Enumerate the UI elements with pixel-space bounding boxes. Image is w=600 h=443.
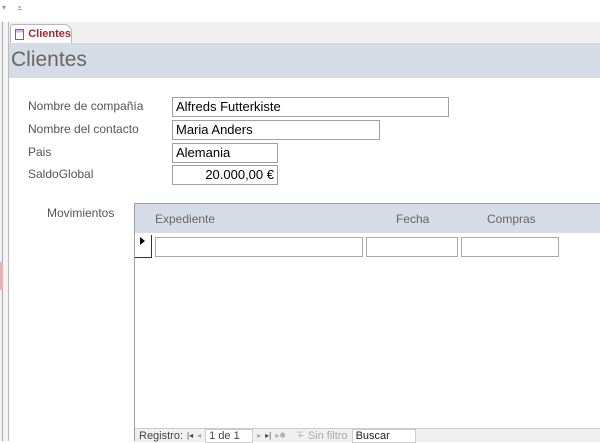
tab-clientes[interactable]: Clientes bbox=[10, 24, 72, 43]
document-tab-strip bbox=[9, 22, 600, 44]
fecha-cell[interactable] bbox=[366, 237, 458, 257]
compras-cell[interactable] bbox=[461, 237, 559, 257]
contact-name-field[interactable]: Maria Anders bbox=[172, 120, 380, 140]
pane-marker bbox=[0, 262, 3, 290]
column-header-fecha: Fecha bbox=[396, 212, 430, 226]
country-label: Pais bbox=[28, 145, 52, 159]
search-input[interactable]: Buscar bbox=[351, 428, 416, 443]
filter-icon: ⊤̶ bbox=[295, 430, 304, 440]
form-header bbox=[9, 43, 600, 78]
company-name-label: Nombre de compañía bbox=[28, 99, 144, 113]
record-navigation-bar: Registro: |◂ ◂ 1 de 1 ▸ ▸| ▸✱ ⊤̶ Sin fil… bbox=[135, 428, 600, 443]
balance-field[interactable]: 20.000,00 € bbox=[172, 165, 278, 185]
movements-label: Movimientos bbox=[47, 206, 115, 220]
divider bbox=[2, 22, 3, 441]
first-record-button[interactable]: |◂ bbox=[187, 431, 193, 440]
expediente-cell[interactable] bbox=[155, 237, 363, 257]
page-title: Clientes bbox=[11, 48, 87, 71]
next-record-button[interactable]: ▸ bbox=[257, 431, 261, 440]
form-icon bbox=[15, 28, 25, 40]
country-field[interactable]: Alemania bbox=[172, 143, 278, 163]
column-header-compras: Compras bbox=[487, 212, 536, 226]
quick-access-toolbar: ▾ ⩡ bbox=[0, 0, 600, 22]
previous-record-button[interactable]: ◂ bbox=[197, 431, 201, 440]
balance-label: SaldoGlobal bbox=[28, 167, 94, 181]
record-label: Registro: bbox=[139, 429, 184, 442]
qat-customize-icon[interactable]: ⩡ bbox=[17, 3, 22, 14]
contact-name-label: Nombre del contacto bbox=[28, 122, 139, 136]
new-record-button[interactable]: ▸✱ bbox=[275, 431, 286, 440]
column-header-expediente: Expediente bbox=[155, 212, 216, 226]
company-name-field[interactable]: Alfreds Futterkiste bbox=[172, 97, 449, 117]
filter-toggle-button[interactable]: Sin filtro bbox=[308, 430, 348, 442]
last-record-button[interactable]: ▸| bbox=[265, 431, 271, 440]
tab-label: Clientes bbox=[28, 28, 71, 40]
current-record-arrow-icon bbox=[140, 237, 145, 245]
qat-dropdown-icon[interactable]: ▾ bbox=[2, 3, 6, 12]
current-record-field[interactable]: 1 de 1 bbox=[205, 428, 254, 443]
record-selector[interactable] bbox=[135, 235, 152, 258]
